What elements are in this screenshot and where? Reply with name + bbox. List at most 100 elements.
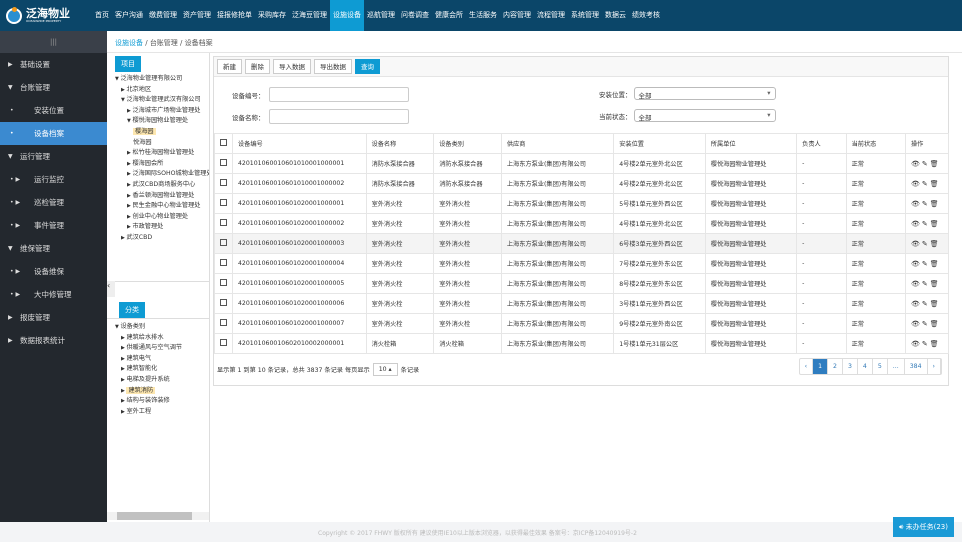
nav-item[interactable]: 系统管理	[568, 0, 602, 31]
column-header[interactable]: 安装位置	[613, 133, 706, 154]
sidebar-toggle[interactable]: |||	[0, 31, 107, 53]
tree-node[interactable]: ▼ 泛海物业管理有限公司	[115, 74, 209, 85]
column-header[interactable]: 设备类别	[433, 133, 502, 154]
view-icon[interactable]: 👁︎	[911, 260, 920, 268]
delete-icon[interactable]: 🗑︎	[930, 160, 939, 168]
nav-item[interactable]: 接报修抢单	[214, 0, 255, 31]
tree-node[interactable]: ▶ 室外工程	[115, 407, 209, 418]
nav-item[interactable]: 缴费管理	[146, 0, 180, 31]
view-icon[interactable]: 👁︎	[911, 180, 920, 188]
tree-node[interactable]: 樱海园	[115, 127, 209, 138]
page-size-select[interactable]: 10 ▴	[372, 362, 398, 376]
tree-node[interactable]: ▼ 设备类别	[115, 322, 209, 333]
edit-icon[interactable]: ✎	[922, 260, 928, 268]
logo[interactable]: 泛海物业 OCEANWIDE PROPERTY	[0, 6, 90, 24]
nav-item[interactable]: 绩效考核	[629, 0, 663, 31]
nav-item[interactable]: 泛海豆管理	[289, 0, 330, 31]
delete-icon[interactable]: 🗑︎	[930, 220, 939, 228]
tree-node[interactable]: ▶ 武汉CBD	[115, 233, 209, 244]
sidebar-item[interactable]: • ▶ 运行监控	[0, 168, 107, 191]
delete-button[interactable]: 删除	[245, 59, 270, 74]
page-button[interactable]: 3	[843, 359, 858, 374]
row-checkbox[interactable]	[214, 313, 233, 334]
view-icon[interactable]: 👁︎	[911, 240, 920, 248]
prev-page-button[interactable]: ‹	[800, 359, 814, 374]
column-header[interactable]: 设备编号	[232, 133, 367, 154]
nav-item[interactable]: 健康会所	[432, 0, 466, 31]
code-input[interactable]	[268, 87, 409, 102]
page-button[interactable]: ...	[888, 359, 905, 374]
sidebar-item[interactable]: • ▶ 巡检管理	[0, 191, 107, 214]
nav-item[interactable]: 流程管理	[534, 0, 568, 31]
query-button[interactable]: 查询	[355, 59, 380, 74]
column-header[interactable]: 供应商	[500, 133, 615, 154]
sidebar-item[interactable]: • ▶ 大中修管理	[0, 283, 107, 306]
column-header[interactable]: 当前状态	[845, 133, 906, 154]
sidebar-item[interactable]: • 安装位置	[0, 99, 107, 122]
tree-node[interactable]: ▶ 创业中心物业管理处	[115, 212, 209, 223]
edit-icon[interactable]: ✎	[922, 320, 928, 328]
page-button[interactable]: 384	[905, 359, 928, 374]
delete-icon[interactable]: 🗑︎	[930, 340, 939, 348]
row-checkbox[interactable]	[214, 173, 233, 194]
sidebar-item[interactable]: • ▶ 设备维保	[0, 260, 107, 283]
column-header[interactable]: 设备名称	[365, 133, 435, 154]
view-icon[interactable]: 👁︎	[911, 280, 920, 288]
row-checkbox[interactable]	[214, 193, 233, 214]
row-checkbox[interactable]	[214, 333, 233, 354]
new-button[interactable]: 新建	[217, 59, 242, 74]
column-header[interactable]: 负责人	[796, 133, 847, 154]
tree-node[interactable]: ▶ 建筑给水排水	[115, 333, 209, 344]
sidebar-item[interactable]: ▼ 维保管理	[0, 237, 107, 260]
edit-icon[interactable]: ✎	[922, 300, 928, 308]
tree-node[interactable]: ▶ 武汉CBD商场服务中心	[115, 180, 209, 191]
tab-category[interactable]: 分类	[119, 302, 145, 318]
tree-node[interactable]: ▼ 泛海物业管理武汉有限公司	[115, 95, 209, 106]
collapse-icon[interactable]: ‹	[107, 281, 115, 297]
name-input[interactable]	[268, 109, 409, 124]
nav-item[interactable]: 问卷调查	[398, 0, 432, 31]
tree-node[interactable]: ▶ 樱海园会所	[115, 159, 209, 170]
column-header[interactable]: 所属单位	[704, 133, 798, 154]
delete-icon[interactable]: 🗑︎	[930, 180, 939, 188]
delete-icon[interactable]: 🗑︎	[930, 200, 939, 208]
view-icon[interactable]: 👁︎	[911, 340, 920, 348]
tree-node[interactable]: ▶ 电梯及提升系统	[115, 375, 209, 386]
sidebar-item[interactable]: ▶ 数据报表统计	[0, 329, 107, 352]
pending-tasks-button[interactable]: 🔊︎ 未办任务(23)	[892, 517, 954, 537]
edit-icon[interactable]: ✎	[922, 280, 928, 288]
edit-icon[interactable]: ✎	[922, 180, 928, 188]
page-button[interactable]: 2	[828, 359, 843, 374]
select-all-checkbox[interactable]	[214, 133, 233, 154]
nav-item[interactable]: 巡航管理	[364, 0, 398, 31]
nav-item[interactable]: 设施设备	[330, 0, 364, 31]
tree-node[interactable]: ▶ 供暖通风与空气调节	[115, 343, 209, 354]
nav-item[interactable]: 资产管理	[180, 0, 214, 31]
status-select[interactable]: 全部	[633, 109, 776, 122]
tree-node[interactable]: ▶ 建筑消防	[115, 386, 209, 397]
edit-icon[interactable]: ✎	[922, 240, 928, 248]
tree-node[interactable]: ▶ 北京地区	[115, 85, 209, 96]
page-button[interactable]: 4	[858, 359, 873, 374]
tree-node[interactable]: ▶ 民生金融中心物业管理处	[115, 201, 209, 212]
row-checkbox[interactable]	[214, 213, 233, 234]
sidebar-item[interactable]: ▼ 运行管理	[0, 145, 107, 168]
nav-item[interactable]: 采购库存	[255, 0, 289, 31]
delete-icon[interactable]: 🗑︎	[930, 260, 939, 268]
view-icon[interactable]: 👁︎	[911, 300, 920, 308]
breadcrumb-link[interactable]: 设施设备	[115, 39, 143, 47]
tree-node[interactable]: ▶ 松竹桂海园物业管理处	[115, 148, 209, 159]
row-checkbox[interactable]	[214, 233, 233, 254]
view-icon[interactable]: 👁︎	[911, 220, 920, 228]
view-icon[interactable]: 👁︎	[911, 160, 920, 168]
nav-item[interactable]: 内容管理	[500, 0, 534, 31]
horizontal-scrollbar[interactable]	[107, 512, 209, 520]
edit-icon[interactable]: ✎	[922, 200, 928, 208]
breadcrumb-link[interactable]: 台账管理	[150, 39, 178, 47]
row-checkbox[interactable]	[214, 253, 233, 274]
page-button[interactable]: 5	[873, 359, 888, 374]
tree-node[interactable]: 悦海园	[115, 138, 209, 149]
nav-item[interactable]: 生活服务	[466, 0, 500, 31]
nav-item[interactable]: 首页	[92, 0, 112, 31]
delete-icon[interactable]: 🗑︎	[930, 280, 939, 288]
